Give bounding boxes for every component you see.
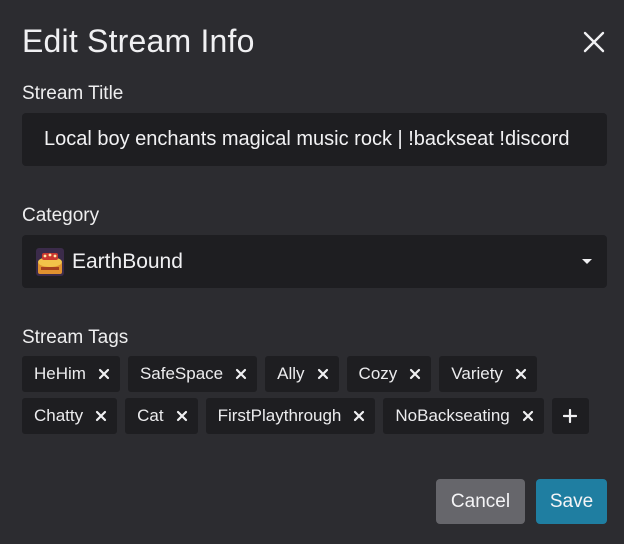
tag-chip: Chatty — [22, 398, 118, 434]
remove-tag-icon[interactable] — [409, 368, 421, 380]
stream-title-label: Stream Title — [22, 83, 124, 104]
tag-chip: Variety — [439, 356, 537, 392]
tag-chip: HeHim — [22, 356, 120, 392]
tag-label: FirstPlaythrough — [217, 406, 342, 425]
tag-chip: Ally — [265, 356, 339, 392]
remove-tag-icon[interactable] — [317, 368, 329, 380]
remove-tag-icon[interactable] — [98, 368, 110, 380]
stream-tags-label: Stream Tags — [22, 327, 129, 348]
close-button[interactable] — [578, 26, 610, 58]
tag-label: Cozy — [358, 364, 398, 383]
dialog-title: Edit Stream Info — [22, 23, 255, 59]
tag-label: Cat — [137, 406, 164, 425]
earthbound-game-icon — [36, 247, 64, 276]
tag-chip: SafeSpace — [127, 356, 258, 392]
edit-stream-info-dialog: Edit Stream Info Stream Title Category E… — [0, 0, 624, 544]
tag-row: HeHim SafeSpace Ally Cozy Variety — [22, 356, 607, 392]
remove-tag-icon[interactable] — [95, 410, 107, 422]
tag-chip: FirstPlaythrough — [205, 398, 376, 434]
remove-tag-icon[interactable] — [515, 368, 527, 380]
remove-tag-icon[interactable] — [176, 410, 188, 422]
tag-label: Variety — [451, 364, 503, 383]
close-icon — [583, 31, 605, 53]
plus-icon — [563, 409, 578, 423]
cancel-button[interactable]: Cancel — [436, 479, 525, 524]
chevron-down-icon — [582, 258, 592, 264]
remove-tag-icon[interactable] — [522, 410, 534, 422]
stream-title-input[interactable] — [22, 113, 607, 166]
tag-label: SafeSpace — [139, 364, 224, 383]
tag-chip: NoBackseating — [383, 398, 544, 434]
save-button[interactable]: Save — [536, 479, 607, 524]
tags-container: HeHim SafeSpace Ally Cozy Variety Chatty… — [22, 356, 607, 440]
tag-label: NoBackseating — [395, 406, 510, 425]
tag-row: Chatty Cat FirstPlaythrough NoBackseatin… — [22, 398, 607, 434]
remove-tag-icon[interactable] — [353, 410, 365, 422]
category-label: Category — [22, 205, 100, 226]
add-tag-button[interactable] — [551, 398, 589, 434]
stream-title-field — [22, 113, 607, 166]
category-value: EarthBound — [72, 249, 183, 273]
tag-label: Chatty — [34, 406, 84, 425]
tag-label: HeHim — [34, 364, 86, 383]
category-select[interactable]: EarthBound — [22, 235, 607, 288]
tag-chip: Cat — [125, 398, 198, 434]
tag-label: Ally — [277, 364, 305, 383]
remove-tag-icon[interactable] — [235, 368, 247, 380]
tag-chip: Cozy — [346, 356, 432, 392]
